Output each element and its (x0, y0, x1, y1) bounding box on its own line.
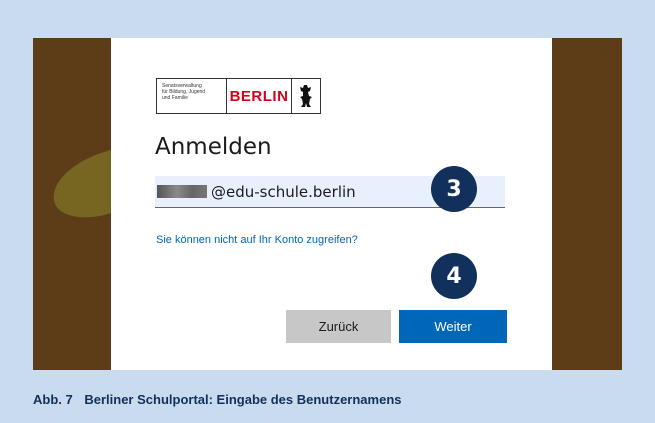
step-marker-3: 3 (431, 166, 477, 212)
figure-caption: Abb. 7 Berliner Schulportal: Eingabe des… (33, 392, 402, 407)
cannot-access-account-link[interactable]: Sie können nicht auf Ihr Konto zugreifen… (156, 234, 358, 246)
berlin-bear-icon (292, 79, 320, 113)
page-title: Anmelden (155, 134, 272, 160)
next-button[interactable]: Weiter (399, 310, 507, 343)
figure-caption-text: Berliner Schulportal: Eingabe des Benutz… (84, 392, 402, 407)
logo-department-text: Senatsverwaltung für Bildung, Jugend und… (157, 79, 227, 113)
figure-number: Abb. 7 (33, 392, 73, 407)
redacted-username (157, 185, 207, 198)
screenshot-frame: Senatsverwaltung für Bildung, Jugend und… (33, 38, 622, 370)
logo-berlin-text: BERLIN (227, 79, 292, 113)
email-domain-text: @edu-schule.berlin (211, 182, 356, 201)
back-button[interactable]: Zurück (286, 310, 391, 343)
step-marker-4: 4 (431, 253, 477, 299)
login-card: Senatsverwaltung für Bildung, Jugend und… (111, 38, 552, 370)
berlin-logo: Senatsverwaltung für Bildung, Jugend und… (156, 78, 321, 114)
